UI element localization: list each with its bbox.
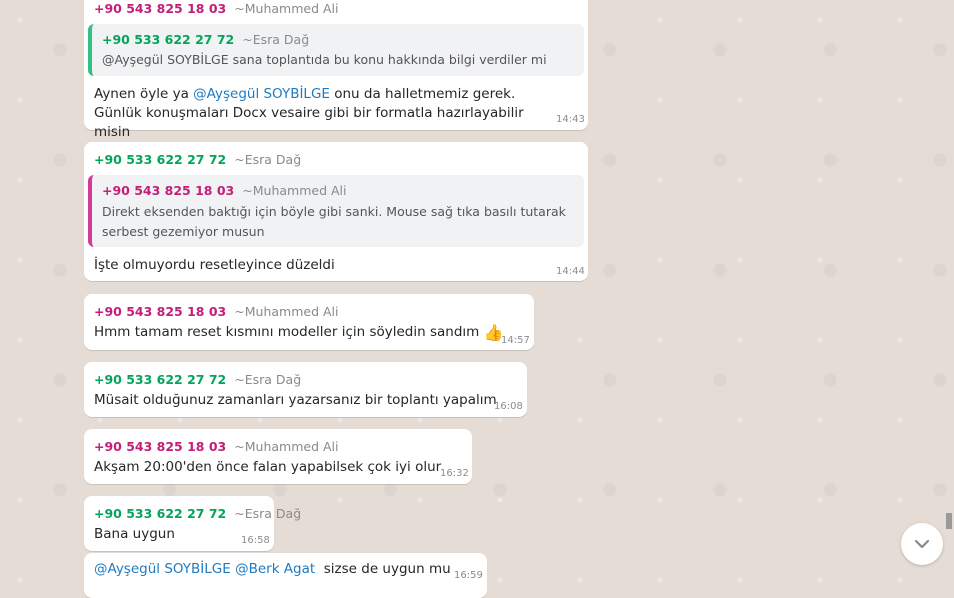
message-sender: +90 543 825 18 03 ~Muhammed Ali xyxy=(94,439,338,454)
message-bubble[interactable]: +90 543 825 18 03 ~Muhammed Ali Hmm tamam… xyxy=(84,294,534,350)
sender-name: ~Muhammed Ali xyxy=(234,304,339,319)
message-text: Akşam 20:00'den önce falan yapabilsek ço… xyxy=(94,459,442,475)
sender-name: ~Esra Dağ xyxy=(234,152,302,167)
sender-phone: +90 533 622 27 72 xyxy=(94,372,227,387)
sender-name: ~Muhammed Ali xyxy=(234,439,339,454)
quoted-message[interactable]: +90 543 825 18 03 ~Muhammed Ali Direkt ek… xyxy=(88,175,584,247)
message-bubble[interactable]: +90 533 622 27 72 ~Esra Dağ +90 543 825 1… xyxy=(84,142,588,281)
message-text: @Ayşegül SOYBİLGE @Berk Agat sizse de uy… xyxy=(94,560,451,579)
message-text: Müsait olduğunuz zamanları yazarsanız bi… xyxy=(94,392,497,408)
message-sender: +90 533 622 27 72 ~Esra Dağ xyxy=(94,152,301,167)
mention-link[interactable]: @Ayşegül SOYBİLGE xyxy=(94,561,231,577)
message-sender: +90 533 622 27 72 ~Esra Dağ xyxy=(94,372,301,387)
sender-phone: +90 533 622 27 72 xyxy=(94,506,227,521)
message-sender: +90 533 622 27 72 ~Esra Dağ xyxy=(94,506,301,521)
sender-name: ~Esra Dağ xyxy=(234,372,302,387)
quoted-sender: +90 543 825 18 03 ~Muhammed Ali xyxy=(102,183,346,198)
sender-name: ~Muhammed Ali xyxy=(234,1,339,16)
quoted-sender-phone: +90 543 825 18 03 xyxy=(102,183,235,198)
message-text: Bana uygun xyxy=(94,526,175,542)
message-time: 16:32 xyxy=(440,468,469,479)
text-segment: sizse de uygun mu xyxy=(315,561,451,577)
message-bubble[interactable]: +90 533 622 27 72 ~Esra Dağ Müsait olduğu… xyxy=(84,362,527,417)
message-time: 14:57 xyxy=(501,335,530,346)
quoted-sender: +90 533 622 27 72 ~Esra Dağ xyxy=(102,32,309,47)
scrollbar-thumb[interactable] xyxy=(946,513,952,529)
message-text: Aynen öyle ya @Ayşegül SOYBİLGE onu da h… xyxy=(94,85,564,142)
message-time: 16:59 xyxy=(454,570,483,581)
sender-phone: +90 543 825 18 03 xyxy=(94,439,227,454)
message-time: 14:43 xyxy=(556,114,585,125)
message-sender: +90 543 825 18 03 ~Muhammed Ali xyxy=(94,304,338,319)
sender-phone: +90 543 825 18 03 xyxy=(94,304,227,319)
text-segment: Aynen öyle ya xyxy=(94,86,194,102)
quoted-text: @Ayşegül SOYBİLGE sana toplantıda bu kon… xyxy=(102,52,547,67)
sender-phone: +90 543 825 18 03 xyxy=(94,1,227,16)
message-bubble[interactable]: +90 533 622 27 72 ~Esra Dağ Bana uygun 16… xyxy=(84,496,301,551)
quoted-sender-name: ~Muhammed Ali xyxy=(242,183,347,198)
text-segment: Hmm tamam reset kısmını modeller için sö… xyxy=(94,324,480,340)
mention-link[interactable]: @Berk Agat xyxy=(235,561,315,577)
message-time: 16:58 xyxy=(241,535,270,546)
message-bubble[interactable]: @Ayşegül SOYBİLGE @Berk Agat sizse de uy… xyxy=(84,553,487,598)
chevron-down-icon xyxy=(914,539,930,549)
sender-phone: +90 533 622 27 72 xyxy=(94,152,227,167)
scroll-to-bottom-button[interactable] xyxy=(901,523,943,565)
quoted-sender-phone: +90 533 622 27 72 xyxy=(102,32,235,47)
message-time: 14:44 xyxy=(556,266,585,277)
message-time: 16:08 xyxy=(494,401,523,412)
sender-name: ~Esra Dağ xyxy=(234,506,302,521)
quoted-text: Direkt eksenden baktığı için böyle gibi … xyxy=(102,204,566,239)
message-text: Hmm tamam reset kısmını modeller için sö… xyxy=(94,323,504,342)
quoted-message[interactable]: +90 533 622 27 72 ~Esra Dağ @Ayşegül SOYB… xyxy=(88,24,584,76)
message-bubble[interactable]: +90 543 825 18 03 ~Muhammed Ali Akşam 20:… xyxy=(84,429,472,484)
message-bubble[interactable]: +90 543 825 18 03 ~Muhammed Ali +90 533 6… xyxy=(84,0,588,140)
mention-link[interactable]: @Ayşegül SOYBİLGE xyxy=(193,86,330,102)
quoted-sender-name: ~Esra Dağ xyxy=(242,32,310,47)
message-sender: +90 543 825 18 03 ~Muhammed Ali xyxy=(94,1,338,16)
message-text: İşte olmuyordu resetleyince düzeldi xyxy=(94,257,335,273)
